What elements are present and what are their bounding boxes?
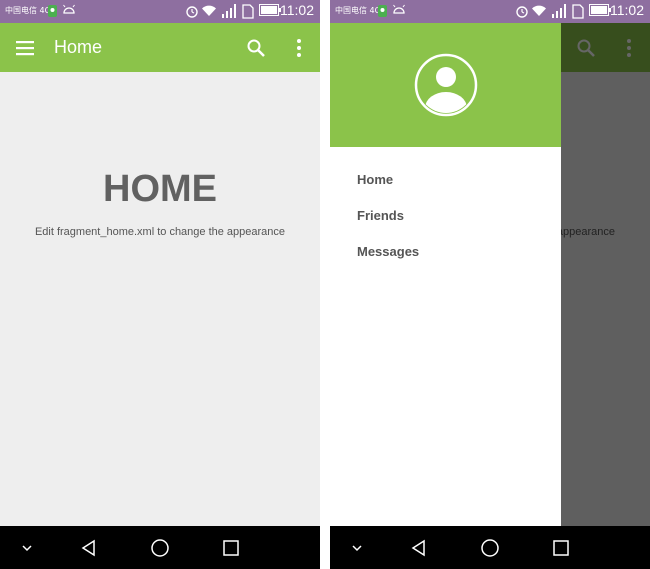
account-circle-icon[interactable]: [414, 53, 478, 117]
back-icon[interactable]: [406, 535, 432, 561]
drawer-header: [330, 23, 561, 147]
system-nav-bar: [0, 526, 320, 569]
alarm-icon: [516, 6, 528, 18]
chevron-down-icon[interactable]: [14, 535, 40, 561]
navigation-drawer: Home Friends Messages: [330, 23, 561, 526]
sim-card-icon: [242, 4, 254, 19]
wifi-icon: [532, 5, 546, 17]
sim-card-icon: [572, 4, 584, 19]
battery-icon: [589, 4, 611, 16]
signal-icon: [222, 4, 236, 18]
carrier-label: 中国电信 4G: [5, 6, 51, 15]
home-fragment: HOME Edit fragment_home.xml to change th…: [0, 72, 320, 526]
location-notification-icon: [378, 5, 387, 17]
back-icon[interactable]: [76, 535, 102, 561]
drawer-item-home[interactable]: Home: [357, 172, 393, 187]
recents-icon[interactable]: [548, 535, 574, 561]
more-vert-icon[interactable]: [289, 36, 309, 60]
clock: 11:02: [280, 2, 314, 18]
signal-icon: [552, 4, 566, 18]
battery-icon: [259, 4, 281, 16]
status-bar: 中国电信 4G 11:02: [330, 0, 650, 23]
recents-icon[interactable]: [218, 535, 244, 561]
phone-screen-home: 中国电信 4G 11:02 Home HOME Edit fragment_ho…: [0, 0, 320, 569]
carrier-label: 中国电信 4G: [335, 6, 381, 15]
search-icon[interactable]: [244, 36, 268, 60]
chevron-down-icon[interactable]: [344, 535, 370, 561]
drawer-item-messages[interactable]: Messages: [357, 244, 419, 259]
status-bar: 中国电信 4G 11:02: [0, 0, 320, 23]
drawer-item-friends[interactable]: Friends: [357, 208, 404, 223]
phone-screen-drawer-open: 中国电信 4G 11:02 Home Friends Messages: [330, 0, 650, 569]
page-title: Home: [54, 37, 103, 57]
location-notification-icon: [48, 5, 57, 17]
android-notification-icon: [393, 4, 405, 14]
clock: 11:02: [610, 2, 644, 18]
system-nav-bar: [330, 526, 650, 569]
menu-icon[interactable]: [12, 35, 38, 61]
home-nav-icon[interactable]: [147, 535, 173, 561]
wifi-icon: [202, 5, 216, 17]
android-notification-icon: [63, 4, 75, 14]
home-nav-icon[interactable]: [477, 535, 503, 561]
home-heading: HOME: [103, 168, 217, 210]
alarm-icon: [186, 6, 198, 18]
home-description: Edit fragment_home.xml to change the app…: [34, 226, 286, 238]
app-bar: Home: [0, 23, 320, 72]
